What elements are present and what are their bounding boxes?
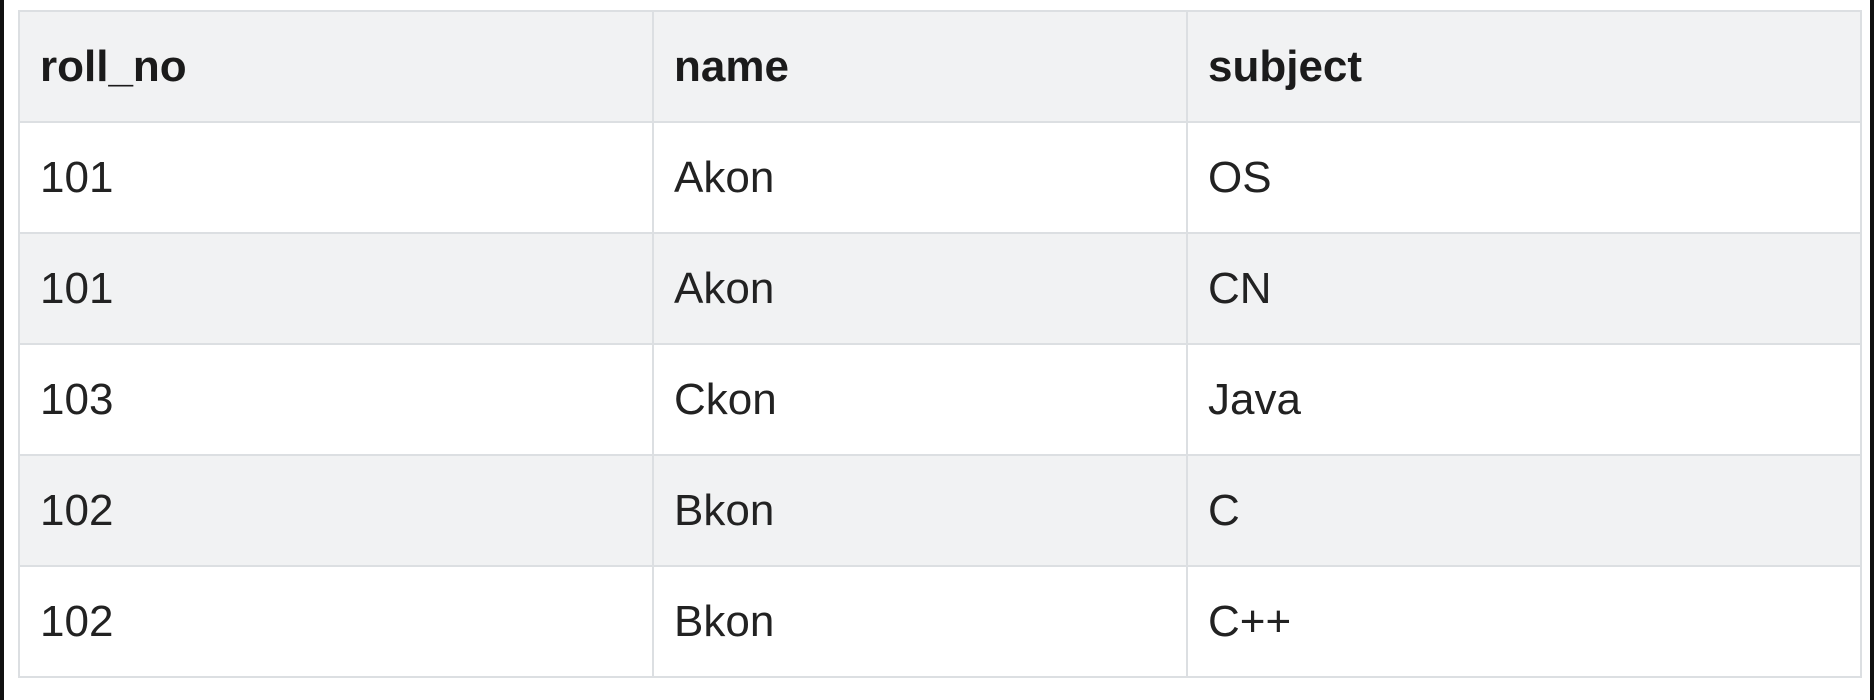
table-row: 102 Bkon C++	[18, 565, 1862, 678]
cell-name: Akon	[652, 232, 1188, 345]
cell-roll-no: 102	[18, 565, 654, 678]
cell-name: Bkon	[652, 565, 1188, 678]
data-table: roll_no name subject 101 Akon OS 101 Ako…	[18, 10, 1862, 678]
header-row: roll_no name subject	[18, 10, 1862, 123]
cell-name: Akon	[652, 121, 1188, 234]
cell-subject: OS	[1186, 121, 1862, 234]
cell-roll-no: 101	[18, 121, 654, 234]
table-row: 101 Akon CN	[18, 232, 1862, 345]
column-header-subject: subject	[1186, 10, 1862, 123]
cell-subject: C++	[1186, 565, 1862, 678]
cell-subject: Java	[1186, 343, 1862, 456]
table-row: 101 Akon OS	[18, 121, 1862, 234]
cell-subject: CN	[1186, 232, 1862, 345]
right-border	[1870, 0, 1874, 700]
table-body: 101 Akon OS 101 Akon CN 103 Ckon Java 10…	[18, 121, 1862, 678]
page: roll_no name subject 101 Akon OS 101 Ako…	[0, 0, 1874, 700]
cell-subject: C	[1186, 454, 1862, 567]
cell-name: Bkon	[652, 454, 1188, 567]
cell-roll-no: 103	[18, 343, 654, 456]
table-row: 102 Bkon C	[18, 454, 1862, 567]
cell-name: Ckon	[652, 343, 1188, 456]
table-row: 103 Ckon Java	[18, 343, 1862, 456]
table-header: roll_no name subject	[18, 10, 1862, 123]
column-header-name: name	[652, 10, 1188, 123]
cell-roll-no: 101	[18, 232, 654, 345]
column-header-roll-no: roll_no	[18, 10, 654, 123]
cell-roll-no: 102	[18, 454, 654, 567]
left-border	[0, 0, 4, 700]
